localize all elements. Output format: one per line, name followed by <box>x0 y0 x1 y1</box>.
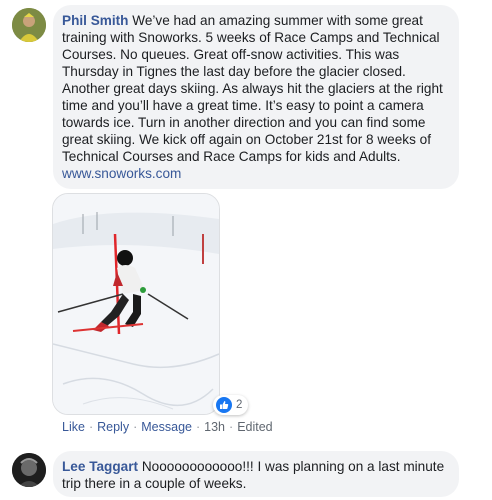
comment-actions: Like · Reply · Message · 13h · Edited <box>62 420 273 434</box>
edited-label[interactable]: Edited <box>237 420 272 434</box>
avatar-lee-taggart[interactable] <box>12 453 46 487</box>
comment-link[interactable]: www.snoworks.com <box>62 166 181 181</box>
avatar-phil-smith[interactable] <box>12 8 46 42</box>
separator: · <box>229 420 234 434</box>
comment-photo[interactable] <box>52 193 220 415</box>
comment-author[interactable]: Phil Smith <box>62 13 128 28</box>
comment-timestamp[interactable]: 13h <box>204 420 225 434</box>
separator: · <box>133 420 138 434</box>
reaction-summary[interactable]: 2 <box>213 395 249 415</box>
thumbs-up-icon <box>216 397 232 413</box>
reaction-count: 2 <box>236 399 243 411</box>
comment-author[interactable]: Lee Taggart <box>62 459 138 474</box>
message-button[interactable]: Message <box>141 420 192 434</box>
separator: · <box>88 420 94 434</box>
comment-text: Phil Smith We’ve had an amazing summer w… <box>62 12 452 182</box>
comment-text: Lee Taggart Noooooooooooo!!! I was plann… <box>62 458 452 492</box>
separator: · <box>195 420 201 434</box>
reply-button[interactable]: Reply <box>97 420 129 434</box>
like-button[interactable]: Like <box>62 420 85 434</box>
comment-body: We’ve had an amazing summer with some gr… <box>62 13 443 164</box>
